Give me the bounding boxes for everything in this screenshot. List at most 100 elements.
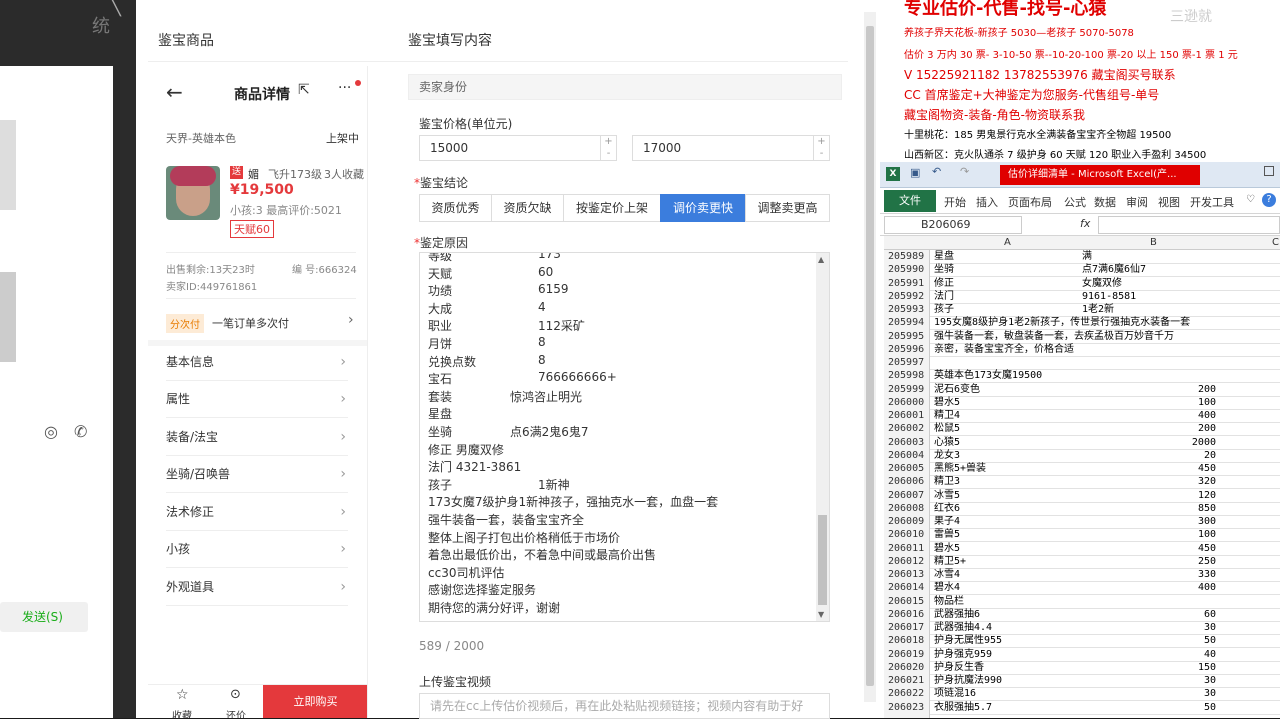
row-number[interactable]: 206001 [888,409,934,422]
cell-a[interactable]: 法门 [934,290,954,303]
table-row[interactable]: 206018 护身无属性955 50 [884,634,1280,647]
close-icon[interactable]: ╲ [110,0,121,17]
target-icon[interactable]: ◎ [44,422,58,441]
cell-a[interactable]: 精卫4 [934,409,960,422]
row-number[interactable]: 205991 [888,277,934,290]
cell-b[interactable]: 400 [1082,409,1216,422]
cell-a[interactable]: 项链混16 [934,687,976,700]
cell-b[interactable]: 30 [1082,621,1216,634]
cell-a[interactable]: 泥石6变色 [934,383,980,396]
row-number[interactable]: 205995 [888,330,934,343]
row-number[interactable]: 205998 [888,369,934,382]
col-a[interactable]: A [1004,237,1011,248]
table-row[interactable]: 206002 松鼠5 200 [884,422,1280,435]
cell-b[interactable]: 250 [1082,555,1216,568]
table-row[interactable]: 206015 物品栏 [884,595,1280,608]
cell-a[interactable]: 护身无属性955 [934,634,1002,647]
row-number[interactable]: 205994 [888,316,934,329]
row-number[interactable]: 206000 [888,396,934,409]
cell-a[interactable]: 亲密，装备宝宝齐全，价格合适 [934,343,1074,356]
table-row[interactable]: 206022 项链混16 30 [884,687,1280,700]
table-row[interactable]: 205993 孩子 1老2新 [884,303,1280,316]
row-number[interactable]: 206007 [888,489,934,502]
table-row[interactable]: 206019 护身强克959 40 [884,648,1280,661]
col-b[interactable]: B [1150,237,1157,248]
cell-b[interactable]: 330 [1082,568,1216,581]
table-row[interactable]: 206011 碧水5 450 [884,542,1280,555]
row-number[interactable]: 205992 [888,290,934,303]
back-arrow-icon[interactable]: ← [166,80,183,104]
table-row[interactable]: 206023 衣服强抽5.7 50 [884,701,1280,714]
fx-icon[interactable]: fx [1080,217,1090,230]
help-icon[interactable]: ? [1262,193,1276,207]
bargain-icon[interactable]: ⊙ [230,687,241,702]
table-row[interactable]: 205997 [884,356,1280,369]
formula-input[interactable] [1098,216,1280,234]
table-row[interactable]: 206003 心猿5 2000 [884,436,1280,449]
table-row[interactable]: 206016 武器强抽6 60 [884,608,1280,621]
cell-b[interactable]: 450 [1082,462,1216,475]
cell-a[interactable]: 孩子 [934,303,954,316]
table-row[interactable]: 205998 英雄本色173女魔19500 [884,369,1280,382]
installment-text[interactable]: 一笔订单多次付 [212,315,289,331]
cell-a[interactable]: 松鼠5 [934,422,960,435]
avatar[interactable] [166,166,220,220]
cell-b[interactable]: 50 [1082,634,1216,647]
table-row[interactable]: 205989 星盘 满 [884,250,1280,263]
table-row[interactable]: 206000 碧水5 100 [884,396,1280,409]
maximize-icon[interactable] [1264,166,1274,176]
cell-b[interactable]: 120 [1082,489,1216,502]
cell-b[interactable]: 150 [1082,661,1216,674]
cell-b[interactable]: 1老2新 [1082,303,1216,316]
cell-b[interactable]: 30 [1082,674,1216,687]
star-icon[interactable]: ☆ [176,687,189,703]
row-number[interactable]: 206010 [888,528,934,541]
cell-a[interactable]: 碧水5 [934,542,960,555]
row-number[interactable]: 205993 [888,303,934,316]
row-number[interactable]: 205997 [888,356,934,369]
stepper-icon[interactable]: + - [600,136,616,160]
buy-button[interactable]: 立即购买 [263,685,367,718]
save-icon[interactable]: ▣ [910,166,920,179]
row-number[interactable]: 206020 [888,661,934,674]
ribbon-layout[interactable]: 页面布局 [1008,194,1052,210]
tab-form[interactable]: 鉴宝填写内容 [408,30,492,50]
price-min-input[interactable]: 15000 + - [419,135,617,161]
table-row[interactable]: 206004 龙女3 20 [884,449,1280,462]
table-row[interactable]: 206021 护身抗魔法990 30 [884,674,1280,687]
cell-b[interactable]: 满 [1082,250,1216,263]
cell-a[interactable]: 黑熊5+兽装 [934,462,986,475]
row-number[interactable]: 206022 [888,687,934,700]
table-row[interactable]: 206014 碧水4 400 [884,581,1280,594]
chat-thumbnail[interactable] [0,272,16,362]
cell-a[interactable]: 雷兽5 [934,528,960,541]
cell-b[interactable]: 450 [1082,542,1216,555]
cell-b[interactable]: 点7满6魔6仙7 [1082,263,1216,276]
table-row[interactable]: 206005 黑熊5+兽装 450 [884,462,1280,475]
row-number[interactable]: 206014 [888,581,934,594]
row-number[interactable]: 205996 [888,343,934,356]
cell-a[interactable]: 精卫3 [934,475,960,488]
table-row[interactable]: 206017 武器强抽4.4 30 [884,621,1280,634]
row-number[interactable]: 205989 [888,250,934,263]
table-row[interactable]: 206008 红衣6 850 [884,502,1280,515]
table-row[interactable]: 205990 坐骑 点7满6魔6仙7 [884,263,1280,276]
row-number[interactable]: 206021 [888,674,934,687]
cell-a[interactable]: 精卫5+ [934,555,966,568]
cell-a[interactable]: 物品栏 [934,595,964,608]
more-icon[interactable]: ··· [338,80,351,96]
menu-appearance[interactable]: 外观道具 › [166,569,348,606]
fav-label[interactable]: 收藏 [172,707,192,718]
table-row[interactable]: 206010 雷兽5 100 [884,528,1280,541]
table-row[interactable]: 206001 精卫4 400 [884,409,1280,422]
menu-basic-info[interactable]: 基本信息 › [166,344,348,381]
chat-thumbnail[interactable] [0,120,16,210]
row-number[interactable]: 206016 [888,608,934,621]
row-number[interactable]: 206009 [888,515,934,528]
share-icon[interactable]: ⇱ [298,82,310,98]
table-row[interactable]: 206013 冰雪4 330 [884,568,1280,581]
cell-a[interactable]: 195女魔8级护身1老2新孩子，传世景行强抽克水装备一套 [934,316,1190,329]
row-number[interactable]: 206012 [888,555,934,568]
tab-goods[interactable]: 鉴宝商品 [158,30,214,50]
row-number[interactable]: 206018 [888,634,934,647]
